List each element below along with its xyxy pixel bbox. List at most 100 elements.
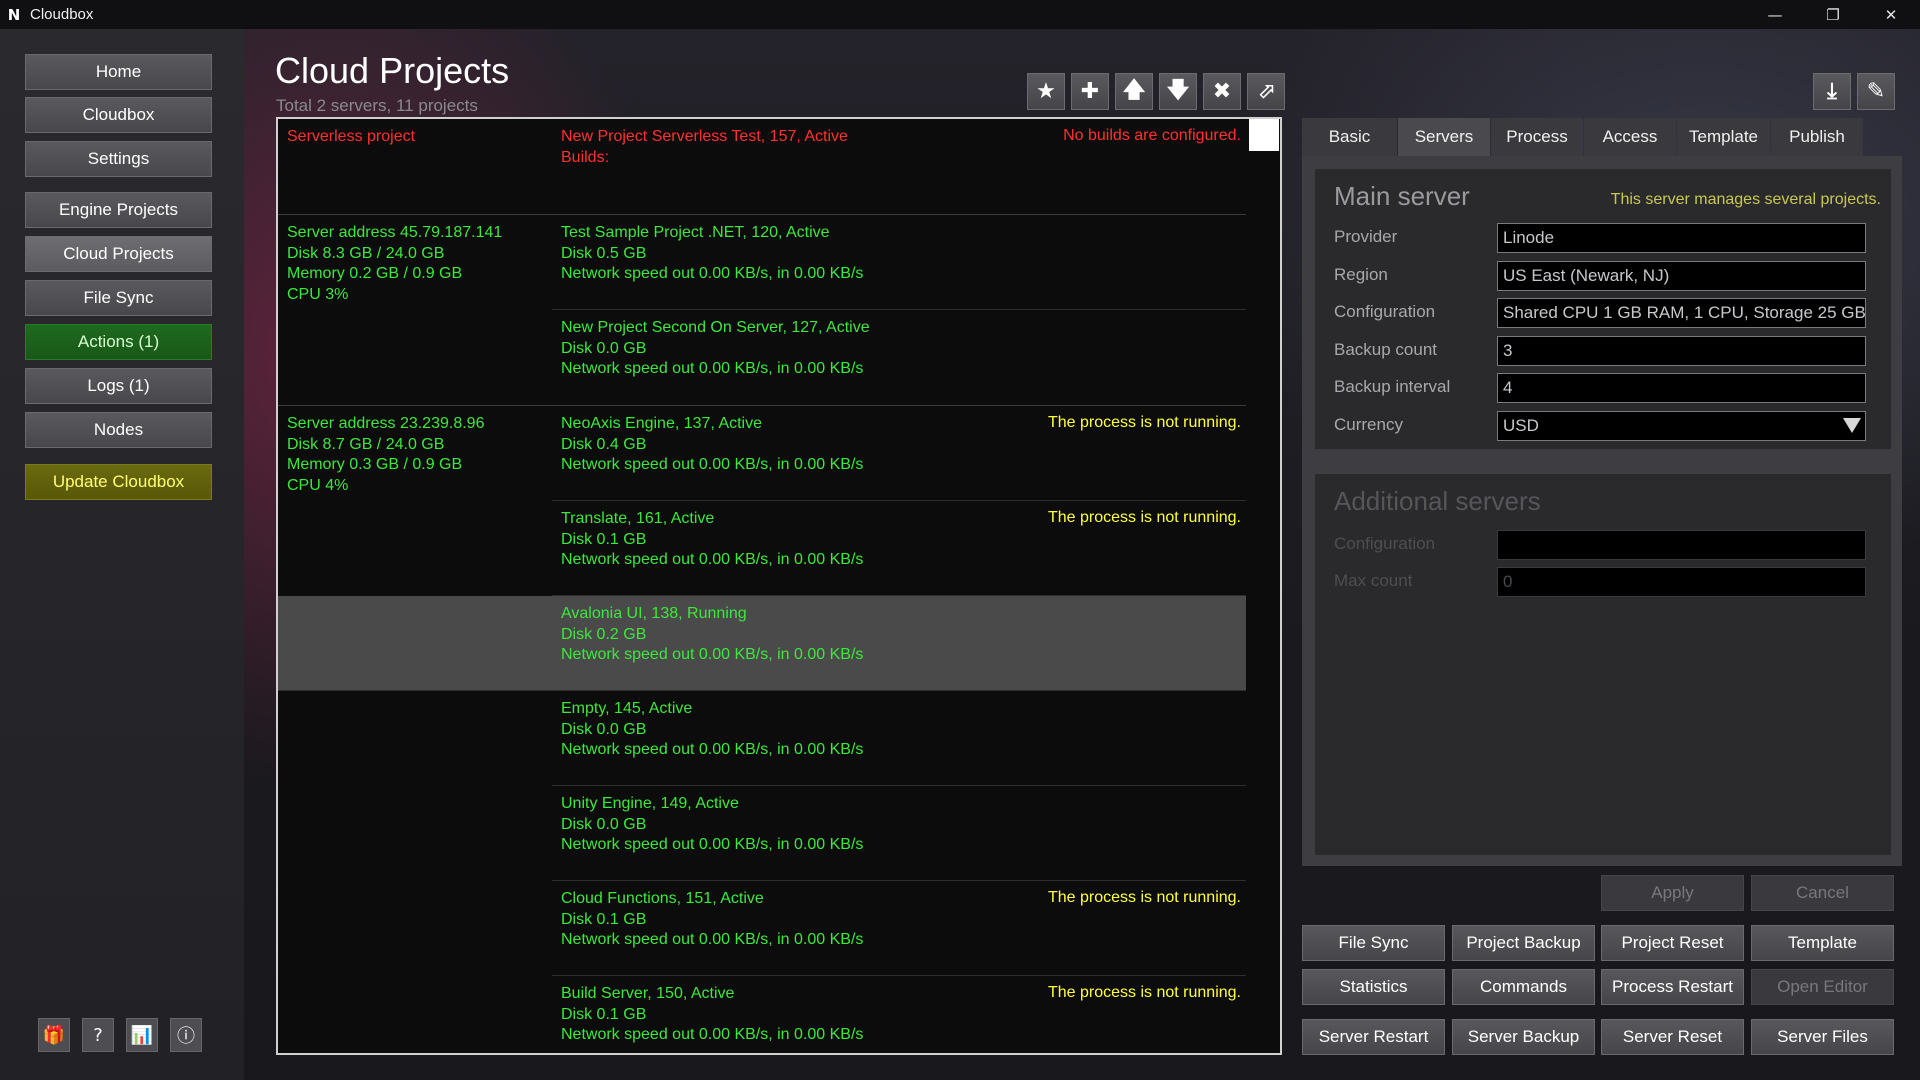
additional-servers-title: Additional servers	[1334, 486, 1541, 516]
scrollbar[interactable]	[1246, 119, 1280, 1053]
gift-icon[interactable]: 🎁	[38, 1018, 70, 1052]
update-cloudbox-button[interactable]: Update Cloudbox	[25, 464, 212, 500]
open-external-icon[interactable]: ⬀	[1247, 73, 1285, 110]
project-detail-line: New Project Serverless Test, 157, Active	[561, 128, 848, 145]
additional-configuration-field[interactable]	[1497, 530, 1866, 560]
page-subtitle: Total 2 servers, 11 projects	[276, 96, 478, 115]
project-details: Build Server, 150, Active Disk 0.1 GB Netw…	[561, 984, 863, 1046]
server-info: Server address 45.79.187.141 Disk 8.3 GB …	[287, 223, 557, 305]
tab-publish[interactable]: Publish	[1771, 118, 1863, 156]
info-icon[interactable]: ⓘ	[170, 1018, 202, 1052]
project-row[interactable]: New Project Serverless Test, 157, Active…	[552, 119, 1248, 214]
server-info-line: Disk 8.7 GB / 24.0 GB	[287, 435, 445, 453]
apply-button[interactable]: Apply	[1601, 875, 1744, 911]
star-icon[interactable]: ★	[1027, 73, 1065, 110]
sidebar-item-settings[interactable]: Settings	[25, 141, 212, 177]
sidebar-item-cloudbox[interactable]: Cloudbox	[25, 97, 212, 133]
project-row[interactable]: New Project Second On Server, 127, Activ…	[552, 310, 1248, 405]
project-row[interactable]: Translate, 161, Active Disk 0.1 GB Network…	[552, 501, 1248, 596]
project-row[interactable]: Test Sample Project .NET, 120, Active Dis…	[552, 215, 1248, 310]
sidebar: Home Cloudbox Settings Engine Projects C…	[0, 29, 244, 1080]
window-title: Cloudbox	[30, 6, 94, 23]
server-reset-button[interactable]: Server Reset	[1601, 1019, 1744, 1055]
provider-field[interactable]: Linode	[1497, 223, 1866, 253]
arrow-up-icon[interactable]: 🡅	[1115, 73, 1153, 110]
cancel-button[interactable]: Cancel	[1751, 875, 1894, 911]
project-row[interactable]: Build Server, 150, Active Disk 0.1 GB Netw…	[552, 976, 1248, 1053]
chevron-down-icon	[1843, 418, 1861, 433]
project-list[interactable]: Serverless project New Project Serverless…	[276, 117, 1282, 1055]
plus-icon[interactable]: ✚	[1071, 73, 1109, 110]
configuration-field[interactable]: Shared CPU 1 GB RAM, 1 CPU, Storage 25 G…	[1497, 298, 1866, 328]
sidebar-item-logs[interactable]: Logs (1)	[25, 368, 212, 404]
sidebar-item-file-sync[interactable]: File Sync	[25, 280, 212, 316]
server-group: Server address 23.239.8.96 Disk 8.7 GB / …	[278, 406, 1248, 1053]
tab-basic[interactable]: Basic	[1302, 118, 1397, 156]
process-restart-button[interactable]: Process Restart	[1601, 969, 1744, 1005]
server-info-line: Disk 8.3 GB / 24.0 GB	[287, 244, 445, 262]
backup-interval-label: Backup interval	[1334, 377, 1451, 396]
scrollbar-thumb[interactable]	[1249, 119, 1279, 151]
arrow-down-icon[interactable]: 🡇	[1159, 73, 1197, 110]
backup-interval-field[interactable]: 4	[1497, 373, 1866, 403]
statistics-button[interactable]: Statistics	[1302, 969, 1445, 1005]
tab-access[interactable]: Access	[1584, 118, 1676, 156]
project-row[interactable]: Unity Engine, 149, Active Disk 0.0 GB Netw…	[552, 786, 1248, 881]
commands-button[interactable]: Commands	[1452, 969, 1595, 1005]
project-row[interactable]: Empty, 145, Active Disk 0.0 GB Network spe…	[552, 691, 1248, 786]
download-icon[interactable]: ⤓	[1813, 73, 1851, 110]
sidebar-item-cloud-projects[interactable]: Cloud Projects	[25, 236, 212, 272]
additional-servers-section: Additional servers Configuration Max cou…	[1315, 474, 1891, 855]
server-info-line: Serverless project	[287, 128, 416, 145]
region-field[interactable]: US East (Newark, NJ)	[1497, 261, 1866, 291]
max-count-field[interactable]: 0	[1497, 567, 1866, 597]
template-button[interactable]: Template	[1751, 925, 1894, 961]
tab-process[interactable]: Process	[1491, 118, 1583, 156]
project-row[interactable]: NeoAxis Engine, 137, Active Disk 0.4 GB Ne…	[552, 406, 1248, 501]
project-detail-line: Disk 0.2 GB	[561, 625, 647, 643]
sidebar-item-home[interactable]: Home	[25, 54, 212, 90]
sidebar-bottom-icons: 🎁 ? 📊 ⓘ	[38, 1018, 202, 1052]
currency-label: Currency	[1334, 415, 1403, 434]
close-window-icon[interactable]: ✕	[1862, 0, 1920, 29]
project-status: The process is not running.	[1048, 414, 1241, 431]
server-restart-button[interactable]: Server Restart	[1302, 1019, 1445, 1055]
server-files-button[interactable]: Server Files	[1751, 1019, 1894, 1055]
project-status: The process is not running.	[1048, 984, 1241, 1001]
window-controls: — ❐ ✕	[1746, 0, 1920, 29]
sidebar-item-engine-projects[interactable]: Engine Projects	[25, 192, 212, 228]
title-bar: N Cloudbox — ❐ ✕	[0, 0, 1920, 29]
server-group: Server address 45.79.187.141 Disk 8.3 GB …	[278, 215, 1248, 406]
currency-select[interactable]: USD	[1497, 411, 1866, 441]
open-editor-button[interactable]: Open Editor	[1751, 969, 1894, 1005]
project-reset-button[interactable]: Project Reset	[1601, 925, 1744, 961]
restore-icon[interactable]: ❐	[1804, 0, 1862, 29]
project-detail-line: Disk 0.0 GB	[561, 339, 647, 357]
file-sync-button[interactable]: File Sync	[1302, 925, 1445, 961]
list-toolbar: ★ ✚ 🡅 🡇 ✖ ⬀	[1027, 73, 1285, 110]
server-info: Server address 23.239.8.96 Disk 8.7 GB / …	[287, 414, 557, 496]
tab-template[interactable]: Template	[1677, 118, 1770, 156]
help-icon[interactable]: ?	[82, 1018, 114, 1052]
edit-icon[interactable]: ✎	[1857, 73, 1895, 110]
project-detail-line: Disk 0.1 GB	[561, 910, 647, 928]
server-backup-button[interactable]: Server Backup	[1452, 1019, 1595, 1055]
sidebar-item-nodes[interactable]: Nodes	[25, 412, 212, 448]
project-status: The process is not running.	[1048, 509, 1241, 526]
project-backup-button[interactable]: Project Backup	[1452, 925, 1595, 961]
project-details: Unity Engine, 149, Active Disk 0.0 GB Netw…	[561, 794, 863, 856]
additional-configuration-label: Configuration	[1334, 534, 1436, 553]
close-icon[interactable]: ✖	[1203, 73, 1241, 110]
region-label: Region	[1334, 265, 1388, 284]
server-group: Serverless project New Project Serverless…	[278, 119, 1248, 215]
tab-servers[interactable]: Servers	[1398, 118, 1490, 156]
project-detail-line: Network speed out 0.00 KB/s, in 0.00 KB/…	[561, 931, 864, 948]
project-detail-line: Disk 0.1 GB	[561, 1005, 647, 1023]
main-server-title: Main server	[1334, 181, 1470, 211]
project-row[interactable]: Cloud Functions, 151, Active Disk 0.1 GB N…	[552, 881, 1248, 976]
minimize-icon[interactable]: —	[1746, 0, 1804, 29]
backup-count-field[interactable]: 3	[1497, 336, 1866, 366]
sidebar-item-actions[interactable]: Actions (1)	[25, 324, 212, 360]
stats-icon[interactable]: 📊	[126, 1018, 158, 1052]
project-row[interactable]: Avalonia UI, 138, Running Disk 0.2 GB Netw…	[278, 596, 1248, 691]
